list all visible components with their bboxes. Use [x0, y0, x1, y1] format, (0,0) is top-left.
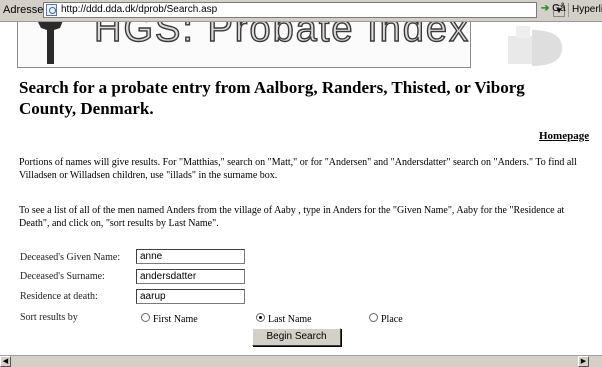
- sort-radio-first-name[interactable]: First Name: [141, 313, 198, 325]
- example-paragraph: To see a list of all of the men named An…: [19, 205, 565, 229]
- toolbar-separator: [568, 3, 569, 17]
- go-button[interactable]: ➔ Gå: [541, 3, 566, 14]
- sort-option-label: First Name: [153, 314, 198, 325]
- site-logo-icon: [508, 26, 562, 66]
- scroll-right-icon[interactable]: ▶: [578, 356, 589, 367]
- page-title: Search for a probate entry from Aalborg,…: [19, 78, 525, 118]
- page-icon: [46, 4, 57, 16]
- address-url[interactable]: http://ddd.dda.dk/dprob/Search.asp: [61, 4, 217, 15]
- given-name-label: Deceased's Given Name:: [20, 252, 121, 263]
- residence-input[interactable]: aarup: [136, 289, 245, 304]
- residence-label: Residence at death:: [20, 291, 98, 302]
- search-tip-paragraph: Portions of names will give results. For…: [19, 157, 577, 181]
- surname-input[interactable]: andersdatter: [136, 269, 245, 284]
- scroll-left-icon[interactable]: ◀: [0, 356, 11, 367]
- address-label: Adresse: [3, 4, 44, 16]
- sort-radio-place[interactable]: Place: [369, 313, 403, 325]
- banner-logo-icon: [38, 22, 63, 64]
- given-name-input[interactable]: anne: [136, 249, 245, 264]
- radio-unchecked-icon[interactable]: [369, 313, 378, 322]
- address-input[interactable]: http://ddd.dda.dk/dprob/Search.asp ▼: [43, 2, 565, 18]
- site-banner: HGS: Probate Index: [17, 22, 471, 68]
- homepage-link[interactable]: Homepage: [539, 130, 589, 142]
- radio-checked-icon[interactable]: [256, 313, 265, 322]
- begin-search-button[interactable]: Begin Search: [252, 328, 341, 346]
- go-label: Gå: [552, 3, 566, 14]
- sort-option-label: Place: [381, 314, 403, 325]
- radio-unchecked-icon[interactable]: [141, 313, 150, 322]
- sort-option-label: Last Name: [268, 314, 312, 325]
- sort-label: Sort results by: [20, 312, 78, 323]
- sort-radio-last-name[interactable]: Last Name: [256, 313, 312, 325]
- horizontal-scrollbar[interactable]: ◀ ▶: [0, 355, 602, 367]
- surname-label: Deceased's Surname:: [20, 271, 105, 282]
- address-bar: Adresse http://ddd.dda.dk/dprob/Search.a…: [0, 0, 602, 22]
- go-arrow-icon: ➔: [541, 3, 550, 14]
- banner-title: HGS: Probate Index: [93, 22, 471, 51]
- links-button[interactable]: Hyperlinks: [572, 4, 602, 15]
